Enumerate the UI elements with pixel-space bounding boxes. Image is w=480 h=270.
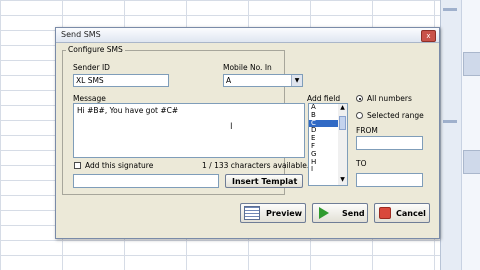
mobile-column-select[interactable]: A ▼: [223, 74, 303, 87]
selected-range-radio[interactable]: [356, 112, 363, 119]
all-numbers-radio[interactable]: [356, 95, 363, 102]
insert-template-button[interactable]: Insert Templat: [225, 174, 303, 188]
list-item[interactable]: H: [309, 158, 338, 167]
list-item[interactable]: I: [309, 166, 338, 174]
character-count: 1 / 133 characters available.: [202, 161, 310, 170]
title-bar: Send SMS x: [56, 28, 439, 43]
side-tab[interactable]: [463, 150, 480, 174]
add-signature-checkbox[interactable]: [74, 162, 81, 169]
side-panel: [440, 0, 480, 270]
add-field-list[interactable]: A B C D E F G H I: [308, 103, 339, 186]
preview-icon: [244, 206, 260, 220]
text-cursor-icon: I: [230, 122, 233, 132]
mobile-column-value: A: [226, 76, 232, 85]
insert-template-label: Insert Templat: [232, 177, 298, 186]
message-label: Message: [73, 94, 106, 103]
add-field-scrollbar[interactable]: ▲ ▼: [338, 103, 348, 186]
signature-input[interactable]: [73, 174, 219, 188]
send-sms-dialog: Send SMS x Configure SMS Sender ID XL SM…: [55, 27, 440, 239]
sender-id-label: Sender ID: [73, 63, 110, 72]
close-icon: x: [426, 32, 431, 40]
configure-sms-legend: Configure SMS: [66, 45, 125, 54]
send-button[interactable]: Send: [312, 203, 368, 223]
from-label: FROM: [356, 126, 378, 135]
to-input[interactable]: [356, 173, 423, 187]
sender-id-input[interactable]: XL SMS: [73, 74, 169, 87]
preview-label: Preview: [266, 209, 303, 218]
add-field-label: Add field: [307, 94, 341, 103]
scroll-down-icon[interactable]: ▼: [338, 176, 347, 185]
all-numbers-label: All numbers: [367, 94, 412, 103]
message-text: Hi #B#, You have got #C#: [77, 106, 179, 115]
to-label: TO: [356, 159, 367, 168]
cancel-button[interactable]: Cancel: [374, 203, 430, 223]
from-input[interactable]: [356, 136, 423, 150]
selected-range-label: Selected range: [367, 111, 424, 120]
scroll-thumb[interactable]: [339, 116, 346, 130]
mobile-no-label: Mobile No. In: [223, 63, 272, 72]
add-signature-label: Add this signature: [85, 161, 154, 170]
cancel-label: Cancel: [396, 209, 426, 218]
send-icon: [319, 207, 329, 219]
dialog-title: Send SMS: [61, 30, 101, 39]
chevron-down-icon[interactable]: ▼: [291, 75, 302, 86]
side-tab[interactable]: [463, 52, 480, 76]
message-textarea[interactable]: Hi #B#, You have got #C# I: [73, 103, 305, 158]
preview-button[interactable]: Preview: [240, 203, 306, 223]
cancel-icon: [379, 207, 391, 219]
send-label: Send: [342, 209, 365, 218]
scroll-up-icon[interactable]: ▲: [338, 104, 347, 113]
close-button[interactable]: x: [421, 30, 436, 42]
